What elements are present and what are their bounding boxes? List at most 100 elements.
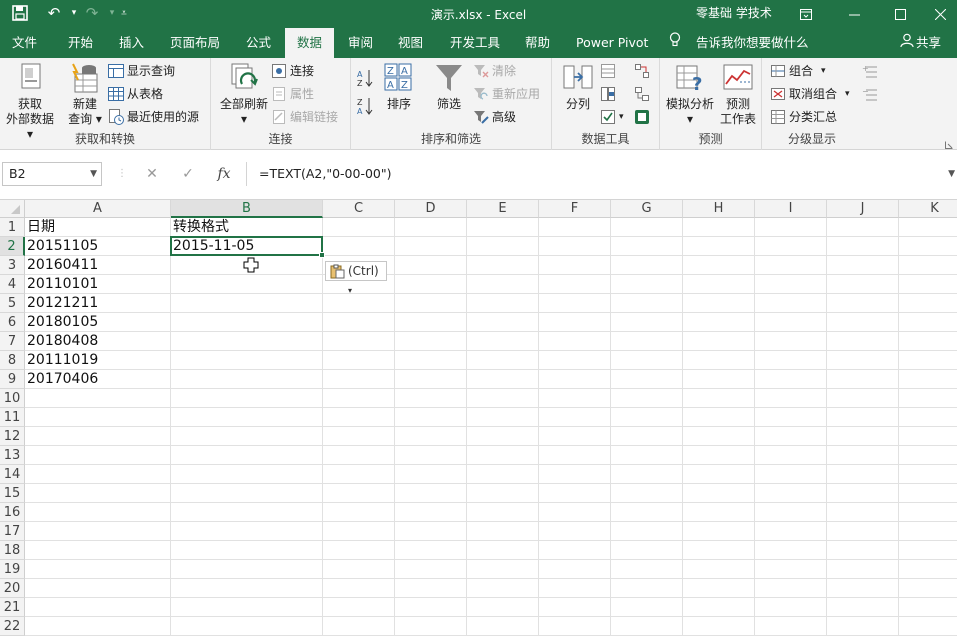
tell-me-search[interactable]: 告诉我你想要做什么	[668, 28, 809, 58]
paste-options-button[interactable]: (Ctrl) ▾	[325, 261, 387, 295]
column-header-j[interactable]: J	[827, 200, 899, 218]
row-header-16[interactable]: 16	[0, 503, 25, 522]
new-query-button[interactable]: 新建 查询 ▾	[62, 62, 108, 127]
column-header-e[interactable]: E	[467, 200, 539, 218]
user-name[interactable]: 零基础 学技术	[696, 4, 772, 21]
tab-formulas[interactable]: 公式	[234, 28, 283, 58]
forecast-sheet-button[interactable]: 预测 工作表	[718, 62, 758, 127]
cell-b1[interactable]: 转换格式	[171, 218, 323, 237]
row-header-5[interactable]: 5	[0, 294, 25, 313]
fill-handle[interactable]	[319, 252, 325, 258]
advanced-filter-button[interactable]: 高级	[473, 107, 516, 127]
row-header-22[interactable]: 22	[0, 617, 25, 636]
cell-a1[interactable]: 日期	[25, 218, 171, 237]
row-header-18[interactable]: 18	[0, 541, 25, 560]
recent-sources-button[interactable]: 最近使用的源	[108, 107, 199, 127]
column-header-g[interactable]: G	[611, 200, 683, 218]
cell-a5[interactable]: 20121211	[25, 294, 171, 313]
row-header-15[interactable]: 15	[0, 484, 25, 503]
tab-file[interactable]: 文件	[0, 28, 49, 58]
tab-view[interactable]: 视图	[386, 28, 435, 58]
remove-duplicates-button[interactable]	[600, 84, 619, 104]
cell-a9[interactable]: 20170406	[25, 370, 171, 389]
properties-button[interactable]: 属性	[271, 84, 314, 104]
cancel-entry-icon[interactable]: ✕	[138, 162, 166, 186]
column-header-c[interactable]: C	[323, 200, 395, 218]
formula-bar-splitter-icon[interactable]: ⋮	[108, 162, 136, 186]
name-box[interactable]: B2 ▼	[2, 162, 102, 186]
select-all-corner[interactable]	[0, 200, 25, 218]
column-header-i[interactable]: I	[755, 200, 827, 218]
what-if-analysis-button[interactable]: ? 模拟分析 ▾	[664, 62, 716, 127]
cell-a6[interactable]: 20180105	[25, 313, 171, 332]
tab-page-layout[interactable]: 页面布局	[158, 28, 232, 58]
ungroup-button[interactable]: 取消组合 ▾	[770, 84, 850, 104]
ribbon-display-options-icon[interactable]	[786, 0, 826, 28]
confirm-entry-icon[interactable]: ✓	[174, 162, 202, 186]
row-header-11[interactable]: 11	[0, 408, 25, 427]
row-header-2[interactable]: 2	[0, 237, 25, 256]
subtotal-button[interactable]: 分类汇总	[770, 107, 837, 127]
formula-input[interactable]: =TEXT(A2,"0-00-00")	[246, 162, 957, 186]
show-detail-button[interactable]: +	[862, 61, 881, 81]
row-header-4[interactable]: 4	[0, 275, 25, 294]
hide-detail-button[interactable]: −	[862, 84, 881, 104]
clear-filter-button[interactable]: 清除	[473, 61, 516, 81]
cell-a2[interactable]: 20151105	[25, 237, 171, 256]
column-header-d[interactable]: D	[395, 200, 467, 218]
manage-data-model-button[interactable]	[634, 107, 653, 127]
group-button[interactable]: 组合 ▾	[770, 61, 826, 81]
minimize-icon[interactable]	[834, 0, 874, 28]
column-header-f[interactable]: F	[539, 200, 611, 218]
sort-za-button[interactable]: ZA	[357, 96, 378, 116]
column-header-a[interactable]: A	[25, 200, 171, 218]
tab-help[interactable]: 帮助	[513, 28, 562, 58]
filter-button[interactable]: 筛选	[429, 62, 469, 112]
tab-developer[interactable]: 开发工具	[438, 28, 512, 58]
row-header-17[interactable]: 17	[0, 522, 25, 541]
row-header-1[interactable]: 1	[0, 218, 25, 237]
dialog-launcher-icon[interactable]	[945, 138, 953, 149]
refresh-all-button[interactable]: 全部刷新 ▾	[215, 62, 273, 127]
data-validation-button[interactable]: ▾	[600, 107, 624, 127]
connections-button[interactable]: 连接	[271, 61, 314, 81]
row-header-6[interactable]: 6	[0, 313, 25, 332]
row-header-12[interactable]: 12	[0, 427, 25, 446]
consolidate-button[interactable]	[634, 61, 653, 81]
flash-fill-button[interactable]	[600, 61, 619, 81]
row-header-20[interactable]: 20	[0, 579, 25, 598]
cell-a4[interactable]: 20110101	[25, 275, 171, 294]
row-header-8[interactable]: 8	[0, 351, 25, 370]
share-button[interactable]: 共享	[900, 28, 941, 58]
relationships-button[interactable]	[634, 84, 653, 104]
row-header-10[interactable]: 10	[0, 389, 25, 408]
row-header-7[interactable]: 7	[0, 332, 25, 351]
maximize-icon[interactable]	[880, 0, 920, 28]
from-table-button[interactable]: 从表格	[108, 84, 163, 104]
cell-a7[interactable]: 20180408	[25, 332, 171, 351]
row-header-13[interactable]: 13	[0, 446, 25, 465]
tab-review[interactable]: 审阅	[336, 28, 385, 58]
row-header-3[interactable]: 3	[0, 256, 25, 275]
tab-home[interactable]: 开始	[56, 28, 105, 58]
name-box-dropdown-icon[interactable]: ▼	[90, 163, 97, 185]
edit-links-button[interactable]: 编辑链接	[271, 107, 338, 127]
tab-power-pivot[interactable]: Power Pivot	[564, 28, 660, 58]
sort-az-button[interactable]: AZ	[357, 68, 378, 88]
reapply-button[interactable]: 重新应用	[473, 84, 540, 104]
row-header-19[interactable]: 19	[0, 560, 25, 579]
tab-data[interactable]: 数据	[285, 28, 335, 58]
show-queries-button[interactable]: 显示查询	[108, 61, 175, 81]
row-header-21[interactable]: 21	[0, 598, 25, 617]
save-icon[interactable]	[8, 2, 32, 24]
expand-formula-bar-icon[interactable]: ▼	[948, 162, 955, 186]
row-header-14[interactable]: 14	[0, 465, 25, 484]
column-header-b[interactable]: B	[171, 200, 323, 218]
tab-insert[interactable]: 插入	[107, 28, 156, 58]
close-icon[interactable]	[920, 0, 957, 28]
customize-toolbar-icon[interactable]: ⩡	[112, 2, 136, 24]
row-header-9[interactable]: 9	[0, 370, 25, 389]
column-header-h[interactable]: H	[683, 200, 755, 218]
column-header-k[interactable]: K	[899, 200, 957, 218]
cell-a3[interactable]: 20160411	[25, 256, 171, 275]
